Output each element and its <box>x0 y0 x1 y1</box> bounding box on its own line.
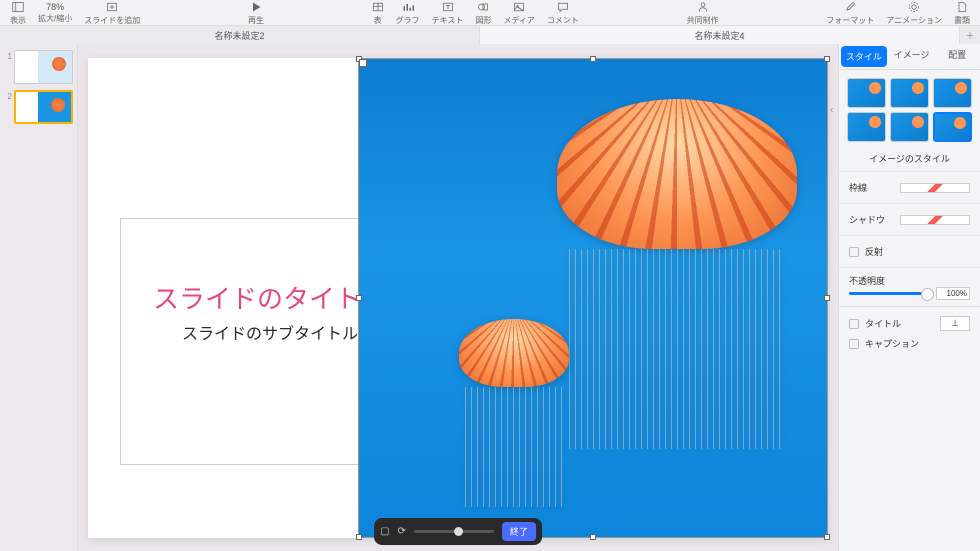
slide[interactable]: スライドのタイトル スライドのサブタイトル <box>88 58 828 538</box>
reflect-label: 反射 <box>859 245 970 258</box>
shadow-row[interactable]: シャドウ <box>849 210 970 229</box>
image-style-title: イメージのスタイル <box>839 150 980 171</box>
view-label: 表示 <box>10 15 26 26</box>
style-preset[interactable] <box>933 78 972 108</box>
zoom-slider[interactable] <box>414 530 494 533</box>
border-label: 枠線 <box>849 181 867 194</box>
resize-handle[interactable] <box>824 295 830 301</box>
title-cb-label: タイトル <box>859 317 940 330</box>
inspector-tabs: スタイル イメージ 配置 <box>839 44 980 70</box>
style-presets <box>839 70 980 150</box>
thumb-number: 2 <box>4 90 12 101</box>
shadow-label: シャドウ <box>849 213 885 226</box>
add-slide-label: スライドを追加 <box>84 15 140 26</box>
prev-styles[interactable]: ‹ <box>830 105 833 116</box>
jellyfish-image <box>359 59 827 537</box>
add-slide-button[interactable]: スライドを追加 <box>80 0 144 26</box>
slide-navigator: 1 2 <box>0 44 78 551</box>
caption-checkbox[interactable] <box>849 339 859 349</box>
style-preset[interactable] <box>847 112 886 142</box>
style-preset[interactable] <box>890 112 929 142</box>
resize-handle[interactable] <box>824 56 830 62</box>
border-row[interactable]: 枠線 <box>849 178 970 197</box>
resize-handle[interactable] <box>590 534 596 540</box>
play-button[interactable]: 再生 <box>244 0 268 26</box>
doc-tab-2[interactable]: 名称未設定4 <box>480 26 960 44</box>
doc-tab-1[interactable]: 名称未設定2 <box>0 26 480 44</box>
mask-icon[interactable]: ▢ <box>380 526 389 537</box>
play-label: 再生 <box>248 15 264 26</box>
slide-thumb-2[interactable]: 2 <box>4 90 73 124</box>
border-swatch[interactable] <box>900 183 970 193</box>
resize-handle[interactable] <box>356 295 362 301</box>
image-edit-toolbar: ▢ ⟳ 終了 <box>374 518 542 545</box>
caption-cb-label: キャプション <box>859 337 970 350</box>
thumb-number: 1 <box>4 50 12 61</box>
brush-icon <box>844 1 856 13</box>
format-button[interactable]: フォーマット <box>822 0 878 26</box>
document-tabs: 名称未設定2 名称未設定4 ＋ <box>0 26 980 44</box>
collab-button[interactable]: 共同制作 <box>683 0 723 26</box>
inspector-panel: スタイル イメージ 配置 ‹ › イメージのスタイル 枠線 <box>838 44 980 551</box>
reflect-checkbox[interactable] <box>849 247 859 257</box>
style-preset[interactable] <box>890 78 929 108</box>
table-icon <box>372 1 384 13</box>
play-icon <box>250 1 262 13</box>
plus-icon <box>106 1 118 13</box>
tab-style[interactable]: スタイル <box>841 46 887 67</box>
comment-button[interactable]: コメント <box>543 0 583 26</box>
shape-button[interactable]: 図形 <box>471 0 495 26</box>
collab-icon <box>697 1 709 13</box>
comment-icon <box>557 1 569 13</box>
zoom-value[interactable]: 78% <box>42 2 68 12</box>
chart-icon <box>402 1 414 13</box>
document-icon <box>956 1 968 13</box>
style-preset[interactable] <box>847 78 886 108</box>
media-button[interactable]: メディア <box>499 0 538 26</box>
tab-image[interactable]: イメージ <box>889 44 935 69</box>
tab-arrange[interactable]: 配置 <box>934 44 980 69</box>
document-button[interactable]: 書類 <box>950 0 974 26</box>
chart-button[interactable]: グラフ <box>392 0 424 26</box>
zoom-control[interactable]: 78% 拡大/縮小 <box>34 2 76 24</box>
style-preset[interactable] <box>933 112 972 142</box>
resize-handle[interactable] <box>824 534 830 540</box>
resize-handle[interactable] <box>356 56 362 62</box>
selected-image[interactable] <box>358 58 828 538</box>
text-icon <box>442 1 454 13</box>
slide-thumb-1[interactable]: 1 <box>4 50 73 84</box>
view-menu[interactable]: 表示 <box>6 0 30 26</box>
title-checkbox[interactable] <box>849 319 859 329</box>
new-tab-button[interactable]: ＋ <box>960 26 980 44</box>
opacity-slider[interactable] <box>849 292 930 295</box>
rotate-icon[interactable]: ⟳ <box>398 526 406 537</box>
done-button[interactable]: 終了 <box>502 522 536 541</box>
animate-icon <box>908 1 920 13</box>
animate-button[interactable]: アニメーション <box>882 0 946 26</box>
resize-handle[interactable] <box>590 56 596 62</box>
thumb-preview <box>14 50 73 84</box>
shadow-swatch[interactable] <box>900 215 970 225</box>
opacity-value[interactable]: 100% <box>936 287 970 300</box>
shape-icon <box>477 1 489 13</box>
reflect-row[interactable]: 反射 <box>849 242 970 261</box>
canvas[interactable]: スライドのタイトル スライドのサブタイトル ▢ ⟳ <box>78 44 838 551</box>
opacity-label: 不透明度 <box>849 274 970 287</box>
media-icon <box>513 1 525 13</box>
title-align[interactable]: ⊥ <box>940 316 970 331</box>
thumb-preview <box>14 90 73 124</box>
zoom-label: 拡大/縮小 <box>38 13 72 24</box>
table-button[interactable]: 表 <box>368 0 388 26</box>
resize-handle[interactable] <box>356 534 362 540</box>
toolbar: 表示 78% 拡大/縮小 スライドを追加 再生 表 グラフ テキスト 図形 メデ… <box>0 0 980 26</box>
text-button[interactable]: テキスト <box>428 0 468 26</box>
sidebar-icon <box>12 1 24 13</box>
